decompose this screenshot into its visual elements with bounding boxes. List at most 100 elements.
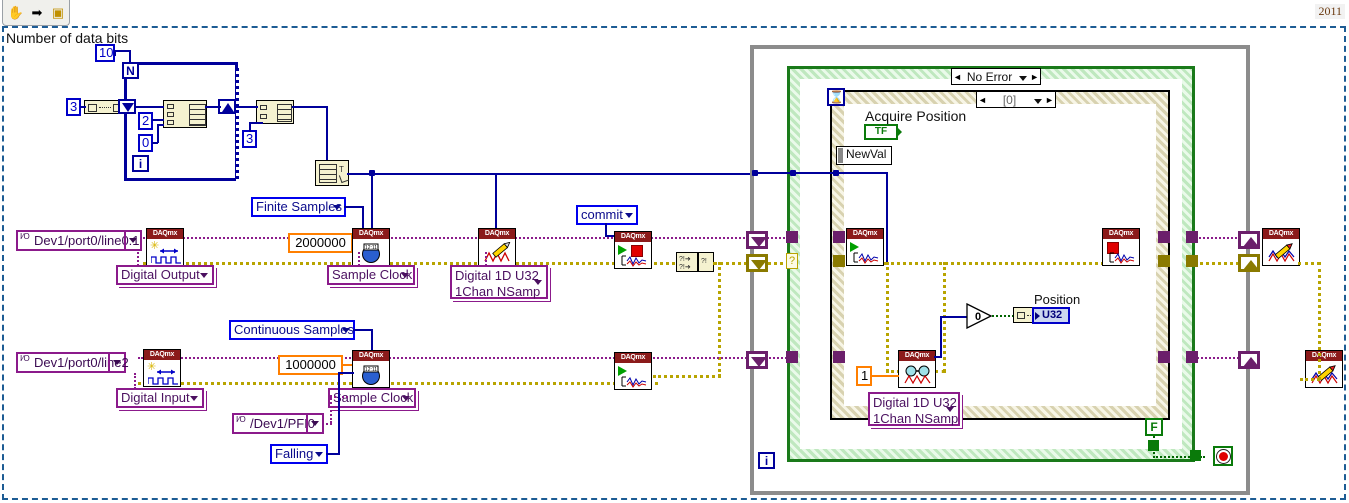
daqmx-timing-di[interactable]: DAQmx 12:11 bbox=[352, 350, 390, 388]
daqmx-write-do[interactable]: DAQmx bbox=[478, 228, 516, 266]
digital-input-ring[interactable]: Digital Input bbox=[116, 388, 204, 408]
sequence-tunnel-error2-in[interactable] bbox=[746, 351, 768, 369]
event-case-selector[interactable]: ◄ [0] ► bbox=[976, 91, 1056, 108]
di-physical-channel-control[interactable]: I⁄O Dev1/port0/line2 bbox=[16, 352, 129, 373]
svg-text:12:11: 12:11 bbox=[365, 245, 377, 251]
task-tunnel-question[interactable]: ? bbox=[786, 253, 798, 269]
transpose-2d-array-node[interactable]: T bbox=[315, 160, 350, 186]
index-array-icon: 0 bbox=[966, 302, 993, 330]
task-wire-down-merge bbox=[718, 262, 721, 377]
merge-errors-node-a[interactable]: ?!➜ ?!➜ bbox=[676, 252, 698, 272]
toolbar[interactable]: ✋ ➡ ▣ bbox=[2, 0, 70, 26]
loop-stop-terminal[interactable] bbox=[1213, 446, 1233, 466]
di-channel-dropdown[interactable] bbox=[108, 354, 124, 371]
daqmx-stop-task-inner[interactable]: DAQmx bbox=[1102, 228, 1140, 266]
false-constant[interactable]: F bbox=[1145, 418, 1163, 436]
sequence-tunnel-error2-out[interactable] bbox=[1238, 351, 1260, 369]
finite-samples-ring[interactable]: Finite Samples bbox=[251, 197, 346, 217]
wire-commit-down bbox=[605, 223, 607, 235]
replace-array-subset-node[interactable] bbox=[163, 100, 207, 128]
continuous-samples-ring[interactable]: Continuous Samples bbox=[229, 320, 355, 340]
loop-count-terminal[interactable]: N bbox=[122, 62, 139, 79]
sequence-tunnel-error-in[interactable] bbox=[746, 231, 768, 249]
sequence-tunnel-task-in[interactable] bbox=[746, 254, 768, 272]
blue-junction-green-loop bbox=[790, 170, 796, 176]
daqmx-clear-task-di[interactable]: DAQmx bbox=[1305, 350, 1343, 388]
boolean-reference-terminal[interactable]: TF bbox=[864, 124, 898, 140]
case-tunnel-error2-in[interactable] bbox=[833, 351, 845, 363]
case-selector-error[interactable]: ◄ No Error ► bbox=[951, 68, 1041, 85]
three-constant[interactable]: 3 bbox=[242, 130, 257, 148]
shift-register-left[interactable] bbox=[118, 99, 136, 114]
daqmx-create-channel-do[interactable]: DAQmx ✳ bbox=[146, 228, 184, 266]
blue-wire-down-to-read bbox=[886, 172, 888, 262]
write-type-ring[interactable]: Digital 1D U32 1Chan NSamp bbox=[450, 265, 548, 299]
stop-circle-icon bbox=[1218, 451, 1228, 461]
sample-clock-ring-di[interactable]: Sample Clock bbox=[328, 388, 416, 408]
wire-pfi-up bbox=[330, 395, 332, 423]
daqmx-start-task-inner[interactable]: DAQmx bbox=[846, 228, 884, 266]
commit-ring[interactable]: commit bbox=[576, 205, 638, 225]
green-loop-tunnel-error2-out[interactable] bbox=[1186, 351, 1198, 363]
position-indicator[interactable]: U32 bbox=[1032, 307, 1070, 324]
bits-constant[interactable]: 3 bbox=[66, 98, 81, 116]
case-tunnel-bool-out[interactable] bbox=[1148, 440, 1159, 451]
case-tunnel-task-in[interactable] bbox=[833, 255, 845, 267]
event-prev-arrow[interactable]: ◄ bbox=[977, 95, 988, 105]
sequence-tunnel-error-out[interactable] bbox=[1238, 231, 1260, 249]
read-type-ring[interactable]: Digital 1D U32 1Chan NSamp bbox=[868, 392, 960, 426]
pfi-source-control[interactable]: I⁄O /Dev1/PFI0 bbox=[232, 413, 324, 434]
case-tunnel-error2-out[interactable] bbox=[1158, 351, 1170, 363]
sample-clock-ring-do[interactable]: Sample Clock bbox=[327, 265, 415, 285]
wire-read-data-out bbox=[934, 356, 942, 358]
daqmx-clear-task-do[interactable]: DAQmx bbox=[1262, 228, 1300, 266]
index-array-node[interactable]: 0 bbox=[966, 302, 993, 330]
array-index-node[interactable] bbox=[256, 100, 294, 124]
case-next-arrow[interactable]: ► bbox=[1029, 72, 1040, 82]
read-count-constant[interactable]: 1 bbox=[856, 366, 872, 386]
merge-errors-node-b[interactable]: ?! bbox=[698, 252, 714, 272]
while-loop-iteration-terminal[interactable]: i bbox=[758, 452, 775, 469]
case-tunnel-error-in[interactable] bbox=[833, 231, 845, 243]
case-prev-arrow[interactable]: ◄ bbox=[952, 72, 963, 82]
daqmx-create-channel-di[interactable]: DAQmx ✳ bbox=[143, 349, 181, 387]
green-loop-tunnel-task-out[interactable] bbox=[1186, 255, 1198, 267]
daqmx-header-label: DAQmx bbox=[847, 229, 883, 239]
newval-event-terminal[interactable]: NewVal bbox=[836, 146, 892, 165]
pfi-source-dropdown[interactable] bbox=[306, 415, 322, 432]
do-channel-dropdown[interactable] bbox=[124, 232, 140, 249]
reference-arrow-icon bbox=[896, 126, 902, 138]
version-label: 2011 bbox=[1315, 4, 1345, 19]
green-loop-tunnel-error-out[interactable] bbox=[1186, 231, 1198, 243]
pencil-icon bbox=[484, 242, 511, 263]
wire-finite-down bbox=[362, 206, 364, 230]
daqmx-read-node[interactable]: DAQmx bbox=[898, 350, 936, 388]
green-loop-tunnel-bool-out[interactable] bbox=[1190, 450, 1201, 461]
daqmx-start-task-di[interactable]: DAQmx bbox=[614, 352, 652, 390]
falling-edge-ring[interactable]: Falling bbox=[270, 444, 328, 464]
iterations-constant[interactable]: 10 bbox=[95, 44, 115, 62]
wire-cont-down bbox=[371, 329, 373, 351]
event-case-dropdown[interactable] bbox=[1031, 93, 1044, 107]
hand-tool-icon[interactable]: ✋ bbox=[7, 4, 25, 22]
do-physical-channel-control[interactable]: I⁄O Dev1/port0/line0:1 bbox=[16, 230, 142, 251]
event-timeout-terminal[interactable]: ⌛ bbox=[827, 88, 845, 106]
digital-output-ring[interactable]: Digital Output bbox=[116, 265, 214, 285]
loop-iteration-terminal[interactable]: i bbox=[132, 155, 149, 172]
sequence-tunnel-task-out[interactable] bbox=[1238, 254, 1260, 272]
event-next-arrow[interactable]: ► bbox=[1044, 95, 1055, 105]
case-tunnel-task-out[interactable] bbox=[1158, 255, 1170, 267]
green-loop-tunnel-error-in[interactable] bbox=[786, 231, 798, 243]
vi-icon[interactable]: ▣ bbox=[49, 4, 67, 22]
do-samples-constant[interactable]: 2000000 bbox=[288, 233, 353, 253]
di-samples-constant[interactable]: 1000000 bbox=[278, 355, 343, 375]
daqmx-control-task[interactable]: DAQmx bbox=[614, 231, 652, 269]
wire-array-down bbox=[326, 106, 328, 160]
index-2-constant[interactable]: 2 bbox=[138, 112, 153, 130]
arrow-tool-icon[interactable]: ➡ bbox=[28, 4, 46, 22]
case-selector-dropdown[interactable] bbox=[1016, 70, 1029, 84]
play-icon bbox=[850, 242, 859, 252]
green-loop-tunnel-error2-in[interactable] bbox=[786, 351, 798, 363]
case-tunnel-error-out[interactable] bbox=[1158, 231, 1170, 243]
index-0-constant[interactable]: 0 bbox=[138, 134, 153, 152]
